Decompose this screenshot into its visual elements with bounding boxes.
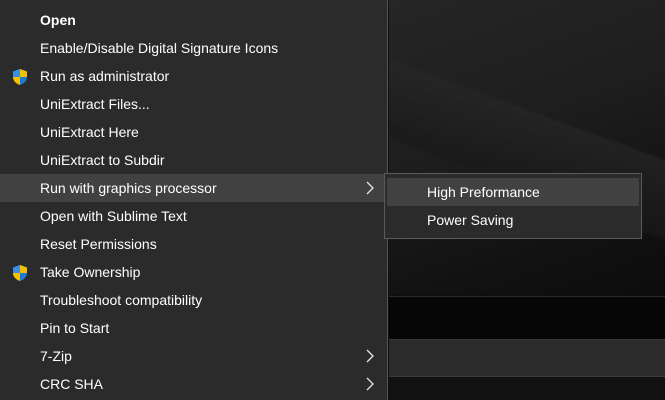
menu-item-uniextract-here[interactable]: UniExtract Here — [0, 118, 387, 146]
menu-item-label: Pin to Start — [40, 320, 110, 336]
menu-item-open[interactable]: Open — [0, 6, 387, 34]
menu-item-label: UniExtract Files... — [40, 96, 150, 112]
menu-item-digital-signature-icons[interactable]: Enable/Disable Digital Signature Icons — [0, 34, 387, 62]
menu-item-label: Troubleshoot compatibility — [40, 292, 203, 308]
menu-item-uniextract-files[interactable]: UniExtract Files... — [0, 90, 387, 118]
submenu-item-high-performance[interactable]: High Preformance — [387, 178, 639, 206]
uac-shield-icon — [13, 265, 27, 281]
chevron-right-icon — [366, 377, 374, 391]
menu-item-label: Run with graphics processor — [40, 180, 217, 196]
background-bar-dark — [389, 296, 665, 339]
background-bar-bottom — [389, 376, 665, 400]
menu-item-label: UniExtract to Subdir — [40, 152, 165, 168]
chevron-right-icon — [366, 349, 374, 363]
menu-item-take-ownership[interactable]: Take Ownership — [0, 258, 387, 286]
background-wallpaper-stripe — [389, 0, 665, 295]
menu-item-reset-permissions[interactable]: Reset Permissions — [0, 230, 387, 258]
menu-item-label: CRC SHA — [40, 376, 104, 392]
desktop: Open Enable/Disable Digital Signature Ic… — [0, 0, 665, 400]
menu-item-label: Enable/Disable Digital Signature Icons — [40, 40, 279, 56]
menu-item-open-with-sublime-text[interactable]: Open with Sublime Text — [0, 202, 387, 230]
submenu-item-label: High Preformance — [427, 184, 540, 200]
menu-item-run-with-graphics-processor[interactable]: Run with graphics processor — [0, 174, 387, 202]
menu-item-run-as-administrator[interactable]: Run as administrator — [0, 62, 387, 90]
context-menu: Open Enable/Disable Digital Signature Ic… — [0, 0, 388, 400]
menu-item-label: 7-Zip — [40, 348, 72, 364]
menu-item-uniextract-to-subdir[interactable]: UniExtract to Subdir — [0, 146, 387, 174]
menu-item-label: Open — [40, 12, 76, 28]
menu-item-label: Take Ownership — [40, 264, 141, 280]
menu-item-label: Run as administrator — [40, 68, 170, 84]
menu-item-7-zip[interactable]: 7-Zip — [0, 342, 387, 370]
graphics-processor-submenu: High Preformance Power Saving — [384, 173, 642, 239]
menu-item-troubleshoot-compatibility[interactable]: Troubleshoot compatibility — [0, 286, 387, 314]
submenu-item-label: Power Saving — [427, 212, 514, 228]
menu-item-label: Reset Permissions — [40, 236, 157, 252]
submenu-item-power-saving[interactable]: Power Saving — [387, 206, 639, 234]
menu-item-label: Open with Sublime Text — [40, 208, 187, 224]
menu-item-label: UniExtract Here — [40, 124, 139, 140]
menu-item-pin-to-start[interactable]: Pin to Start — [0, 314, 387, 342]
menu-item-crc-sha[interactable]: CRC SHA — [0, 370, 387, 398]
uac-shield-icon — [13, 69, 27, 85]
chevron-right-icon — [366, 181, 374, 195]
background-bar-light — [389, 339, 665, 376]
